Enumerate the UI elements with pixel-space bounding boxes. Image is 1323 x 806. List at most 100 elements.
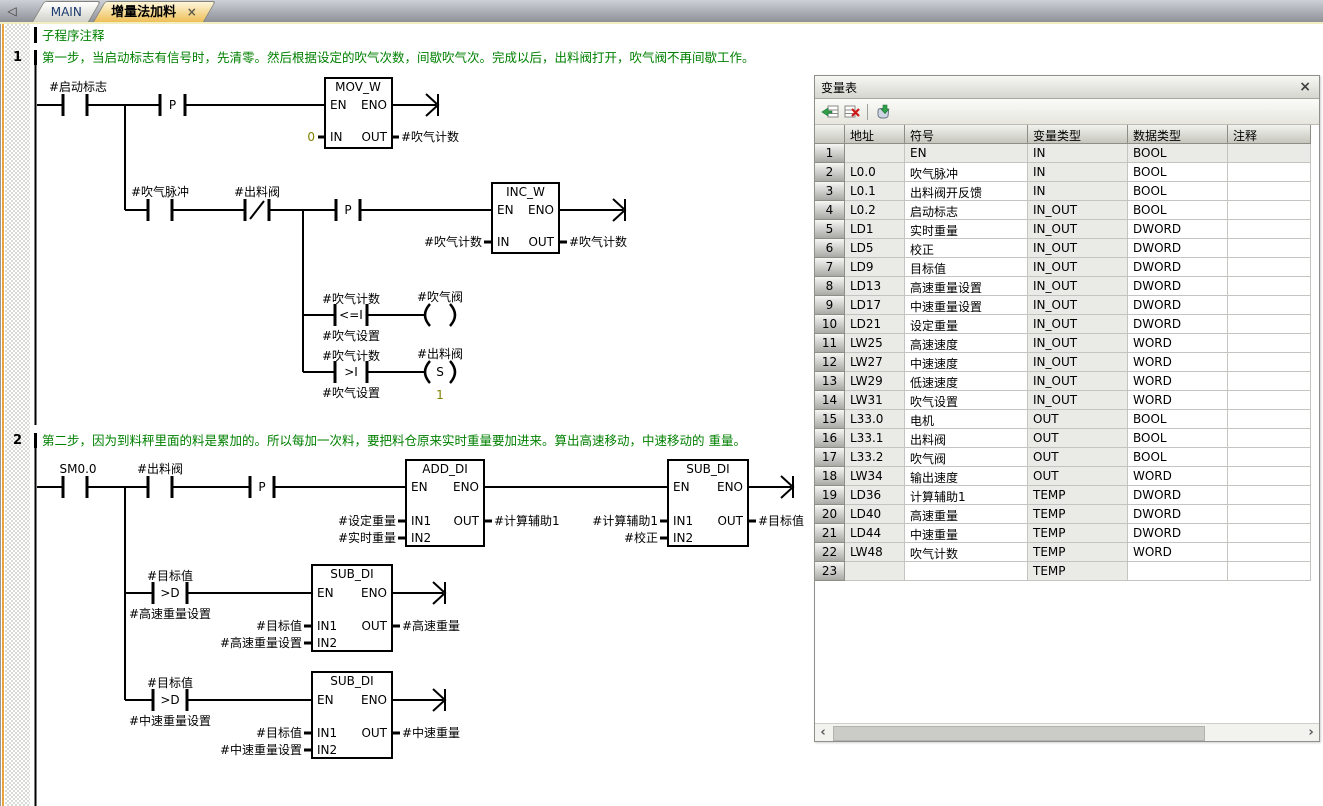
table-cell[interactable]: IN_OUT — [1028, 372, 1128, 391]
table-cell[interactable]: L0.2 — [845, 201, 905, 220]
table-cell[interactable]: 中速速度 — [905, 353, 1028, 372]
operand-calc-aux1[interactable]: #计算辅助1 — [494, 513, 560, 528]
table-cell[interactable]: DWORD — [1128, 315, 1228, 334]
compare-operand-bottom[interactable]: #中速重量设置 — [129, 713, 211, 728]
table-cell[interactable]: IN_OUT — [1028, 258, 1128, 277]
table-cell[interactable]: L0.0 — [845, 163, 905, 182]
table-cell[interactable]: IN_OUT — [1028, 201, 1128, 220]
operand-blow-count[interactable]: #吹气计数 — [424, 234, 482, 249]
set-coil-count[interactable]: 1 — [436, 388, 444, 402]
table-cell[interactable] — [1228, 505, 1311, 524]
table-cell[interactable]: WORD — [1128, 391, 1228, 410]
table-cell[interactable] — [1228, 201, 1311, 220]
table-cell[interactable] — [905, 562, 1028, 581]
table-cell[interactable]: L33.2 — [845, 448, 905, 467]
table-cell[interactable]: 中速重量设置 — [905, 296, 1028, 315]
table-cell[interactable]: 吹气计数 — [905, 543, 1028, 562]
table-cell[interactable]: WORD — [1128, 372, 1228, 391]
table-cell[interactable]: TEMP — [1028, 486, 1128, 505]
operand-hs-weight-setting[interactable]: #高速重量设置 — [220, 635, 302, 650]
table-cell[interactable] — [1228, 448, 1311, 467]
table-cell[interactable] — [1228, 410, 1311, 429]
row-number[interactable]: 14 — [815, 391, 845, 410]
row-number[interactable]: 11 — [815, 334, 845, 353]
edge-p-contact[interactable]: P — [258, 480, 265, 494]
table-cell[interactable]: 吹气阀 — [905, 448, 1028, 467]
compare-operand-top[interactable]: #目标值 — [147, 675, 193, 690]
table-cell[interactable]: TEMP — [1028, 543, 1128, 562]
row-number[interactable]: 21 — [815, 524, 845, 543]
operand-target-value[interactable]: #目标值 — [256, 618, 302, 633]
row-number[interactable]: 4 — [815, 201, 845, 220]
edge-p-contact[interactable]: P — [169, 98, 176, 112]
delete-row-button[interactable] — [841, 102, 863, 122]
table-cell[interactable] — [845, 144, 905, 163]
row-number[interactable]: 23 — [815, 562, 845, 581]
table-cell[interactable]: IN_OUT — [1028, 315, 1128, 334]
subroutine-comment[interactable]: 子程序注释 — [34, 27, 105, 43]
table-cell[interactable] — [1228, 562, 1311, 581]
row-number[interactable]: 19 — [815, 486, 845, 505]
operand-hs-weight[interactable]: #高速重量 — [402, 618, 460, 633]
tab-scroll-left-button[interactable]: ◁ — [2, 1, 22, 21]
table-cell[interactable]: DWORD — [1128, 486, 1228, 505]
table-cell[interactable]: LD13 — [845, 277, 905, 296]
operand-target-value[interactable]: #目标值 — [256, 725, 302, 740]
table-cell[interactable]: BOOL — [1128, 163, 1228, 182]
horizontal-scrollbar[interactable]: ‹ › — [815, 723, 1319, 741]
row-number[interactable]: 1 — [815, 144, 845, 163]
table-cell[interactable]: LD17 — [845, 296, 905, 315]
compare-operand-top[interactable]: #吹气计数 — [322, 291, 380, 306]
table-cell[interactable]: 计算辅助1 — [905, 486, 1028, 505]
table-cell[interactable]: LW31 — [845, 391, 905, 410]
table-cell[interactable] — [1228, 258, 1311, 277]
operand-target-value[interactable]: #目标值 — [758, 513, 804, 528]
table-cell[interactable]: OUT — [1028, 448, 1128, 467]
table-cell[interactable] — [1228, 220, 1311, 239]
table-cell[interactable]: BOOL — [1128, 182, 1228, 201]
insert-row-button[interactable] — [819, 102, 841, 122]
table-cell[interactable]: IN_OUT — [1028, 391, 1128, 410]
tab-increment-feed[interactable]: 增量法加料× — [93, 1, 216, 22]
operand-correction[interactable]: #校正 — [624, 530, 658, 545]
table-cell[interactable]: LD5 — [845, 239, 905, 258]
compare-operand-bottom[interactable]: #高速重量设置 — [129, 606, 211, 621]
operand-ms-weight[interactable]: #中速重量 — [402, 725, 460, 740]
row-number[interactable]: 10 — [815, 315, 845, 334]
row-number[interactable]: 6 — [815, 239, 845, 258]
row-number[interactable]: 12 — [815, 353, 845, 372]
row-number[interactable]: 2 — [815, 163, 845, 182]
tab-main[interactable]: MAIN — [32, 1, 101, 22]
table-cell[interactable]: TEMP — [1028, 505, 1128, 524]
table-cell[interactable]: OUT — [1028, 410, 1128, 429]
operand-start-flag[interactable]: #启动标志 — [49, 80, 107, 94]
operand-ms-weight-setting[interactable]: #中速重量设置 — [220, 742, 302, 757]
row-number[interactable]: 3 — [815, 182, 845, 201]
table-cell[interactable]: IN — [1028, 144, 1128, 163]
table-cell[interactable] — [1228, 486, 1311, 505]
table-cell[interactable]: LD21 — [845, 315, 905, 334]
table-cell[interactable] — [1228, 353, 1311, 372]
row-number[interactable]: 15 — [815, 410, 845, 429]
table-cell[interactable]: 设定重量 — [905, 315, 1028, 334]
sub-di-box-3[interactable]: SUB_DI EN ENO IN1 OUT IN2 — [312, 672, 392, 758]
table-cell[interactable]: 低速速度 — [905, 372, 1028, 391]
table-cell[interactable]: WORD — [1128, 334, 1228, 353]
row-number[interactable]: 8 — [815, 277, 845, 296]
compare-operator[interactable]: <=I — [339, 308, 363, 322]
table-cell[interactable]: 高速速度 — [905, 334, 1028, 353]
operand-outlet-valve[interactable]: #出料阀 — [137, 462, 183, 476]
scroll-right-arrow[interactable]: › — [1303, 725, 1319, 740]
operand-realtime-weight[interactable]: #实时重量 — [338, 530, 396, 545]
table-cell[interactable]: OUT — [1028, 467, 1128, 486]
row-number[interactable]: 13 — [815, 372, 845, 391]
scroll-left-arrow[interactable]: ‹ — [815, 725, 831, 740]
table-cell[interactable]: L33.0 — [845, 410, 905, 429]
table-cell[interactable] — [1228, 429, 1311, 448]
compare-operand-bottom[interactable]: #吹气设置 — [322, 328, 380, 343]
set-coil-outlet-valve[interactable]: #出料阀 S 1 — [417, 347, 463, 402]
table-cell[interactable]: DWORD — [1128, 239, 1228, 258]
table-cell[interactable] — [1228, 277, 1311, 296]
table-cell[interactable]: LD40 — [845, 505, 905, 524]
table-cell[interactable]: LW34 — [845, 467, 905, 486]
